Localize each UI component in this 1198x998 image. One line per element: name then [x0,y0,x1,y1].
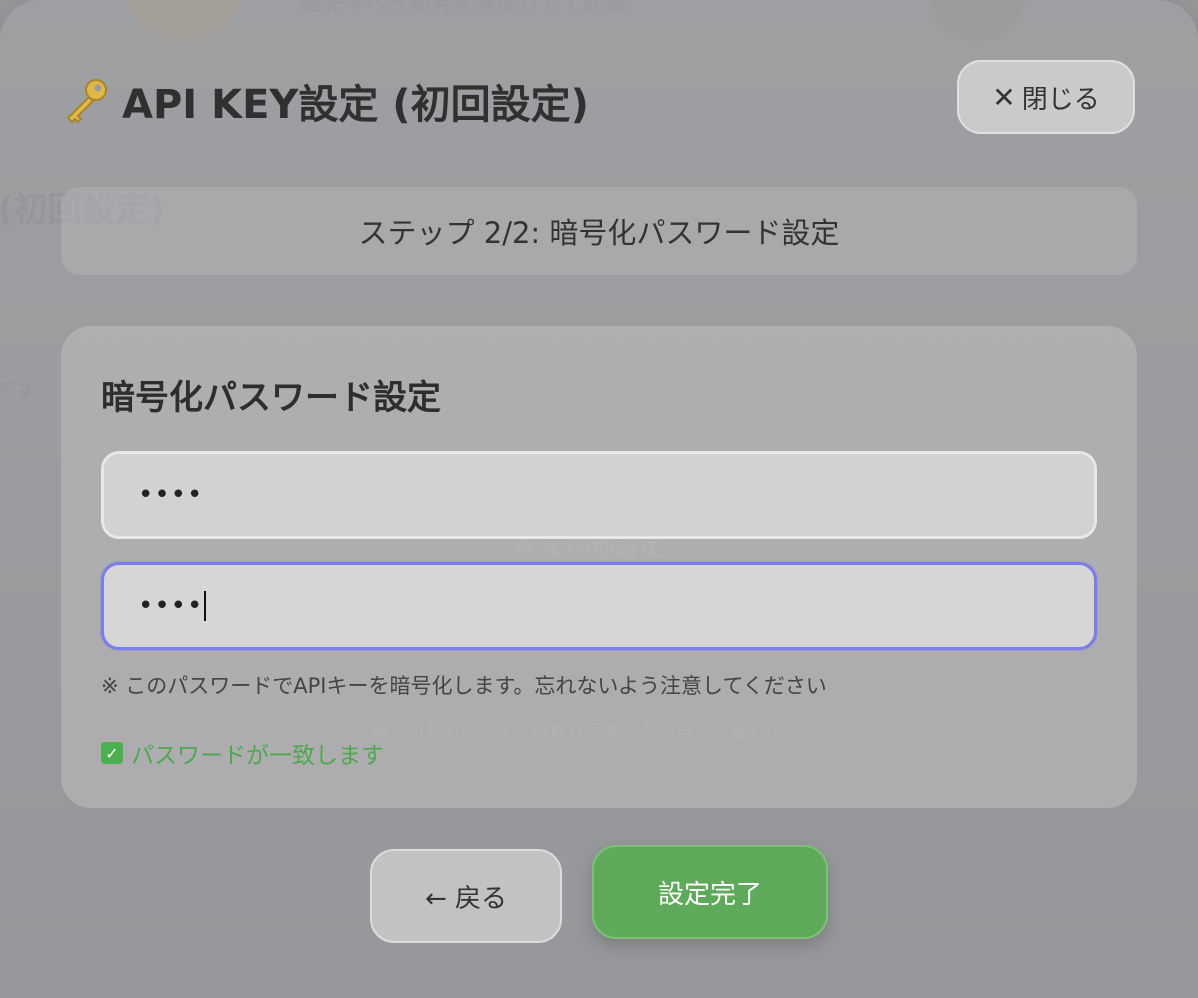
text-caret [204,591,207,621]
close-button[interactable]: ✕ 閉じる [957,60,1135,134]
password-input[interactable]: •••• [101,451,1097,539]
password-input-value: •••• [138,480,204,510]
key-icon [66,79,107,124]
password-settings-card: 暗号化パスワード設定 •••• •••• ※ このパスワードでAPIキーを暗号化… [61,326,1137,808]
back-button-label: ← 戻る [424,883,508,914]
password-confirm-input[interactable]: •••• [101,562,1097,650]
step-text: ステップ 2/2: 暗号化パスワード設定 [358,216,840,250]
modal-title-text: API KEY設定 (初回設定) [122,82,589,128]
password-confirm-value: •••• [138,591,204,621]
back-button[interactable]: ← 戻る [370,849,562,943]
modal-title: API KEY設定 (初回設定) [60,72,589,130]
complete-setup-button[interactable]: 設定完了 [592,845,828,939]
password-match-status: ✓ パスワードが一致します [101,736,384,770]
password-match-text: パスワードが一致します [131,743,384,769]
check-icon: ✓ [101,742,123,764]
password-note: ※ このパスワードでAPIキーを暗号化します。忘れないよう注意してください [101,674,827,698]
api-key-modal: API KEY設定 (初回設定) ✕ 閉じる ステップ 2/2: 暗号化パスワー… [0,0,1198,998]
close-button-label: 閉じる [1021,84,1100,115]
step-indicator: ステップ 2/2: 暗号化パスワード設定 [61,187,1137,275]
complete-setup-button-label: 設定完了 [657,879,762,910]
close-icon: ✕ [992,80,1016,114]
section-heading: 暗号化パスワード設定 [101,378,441,418]
